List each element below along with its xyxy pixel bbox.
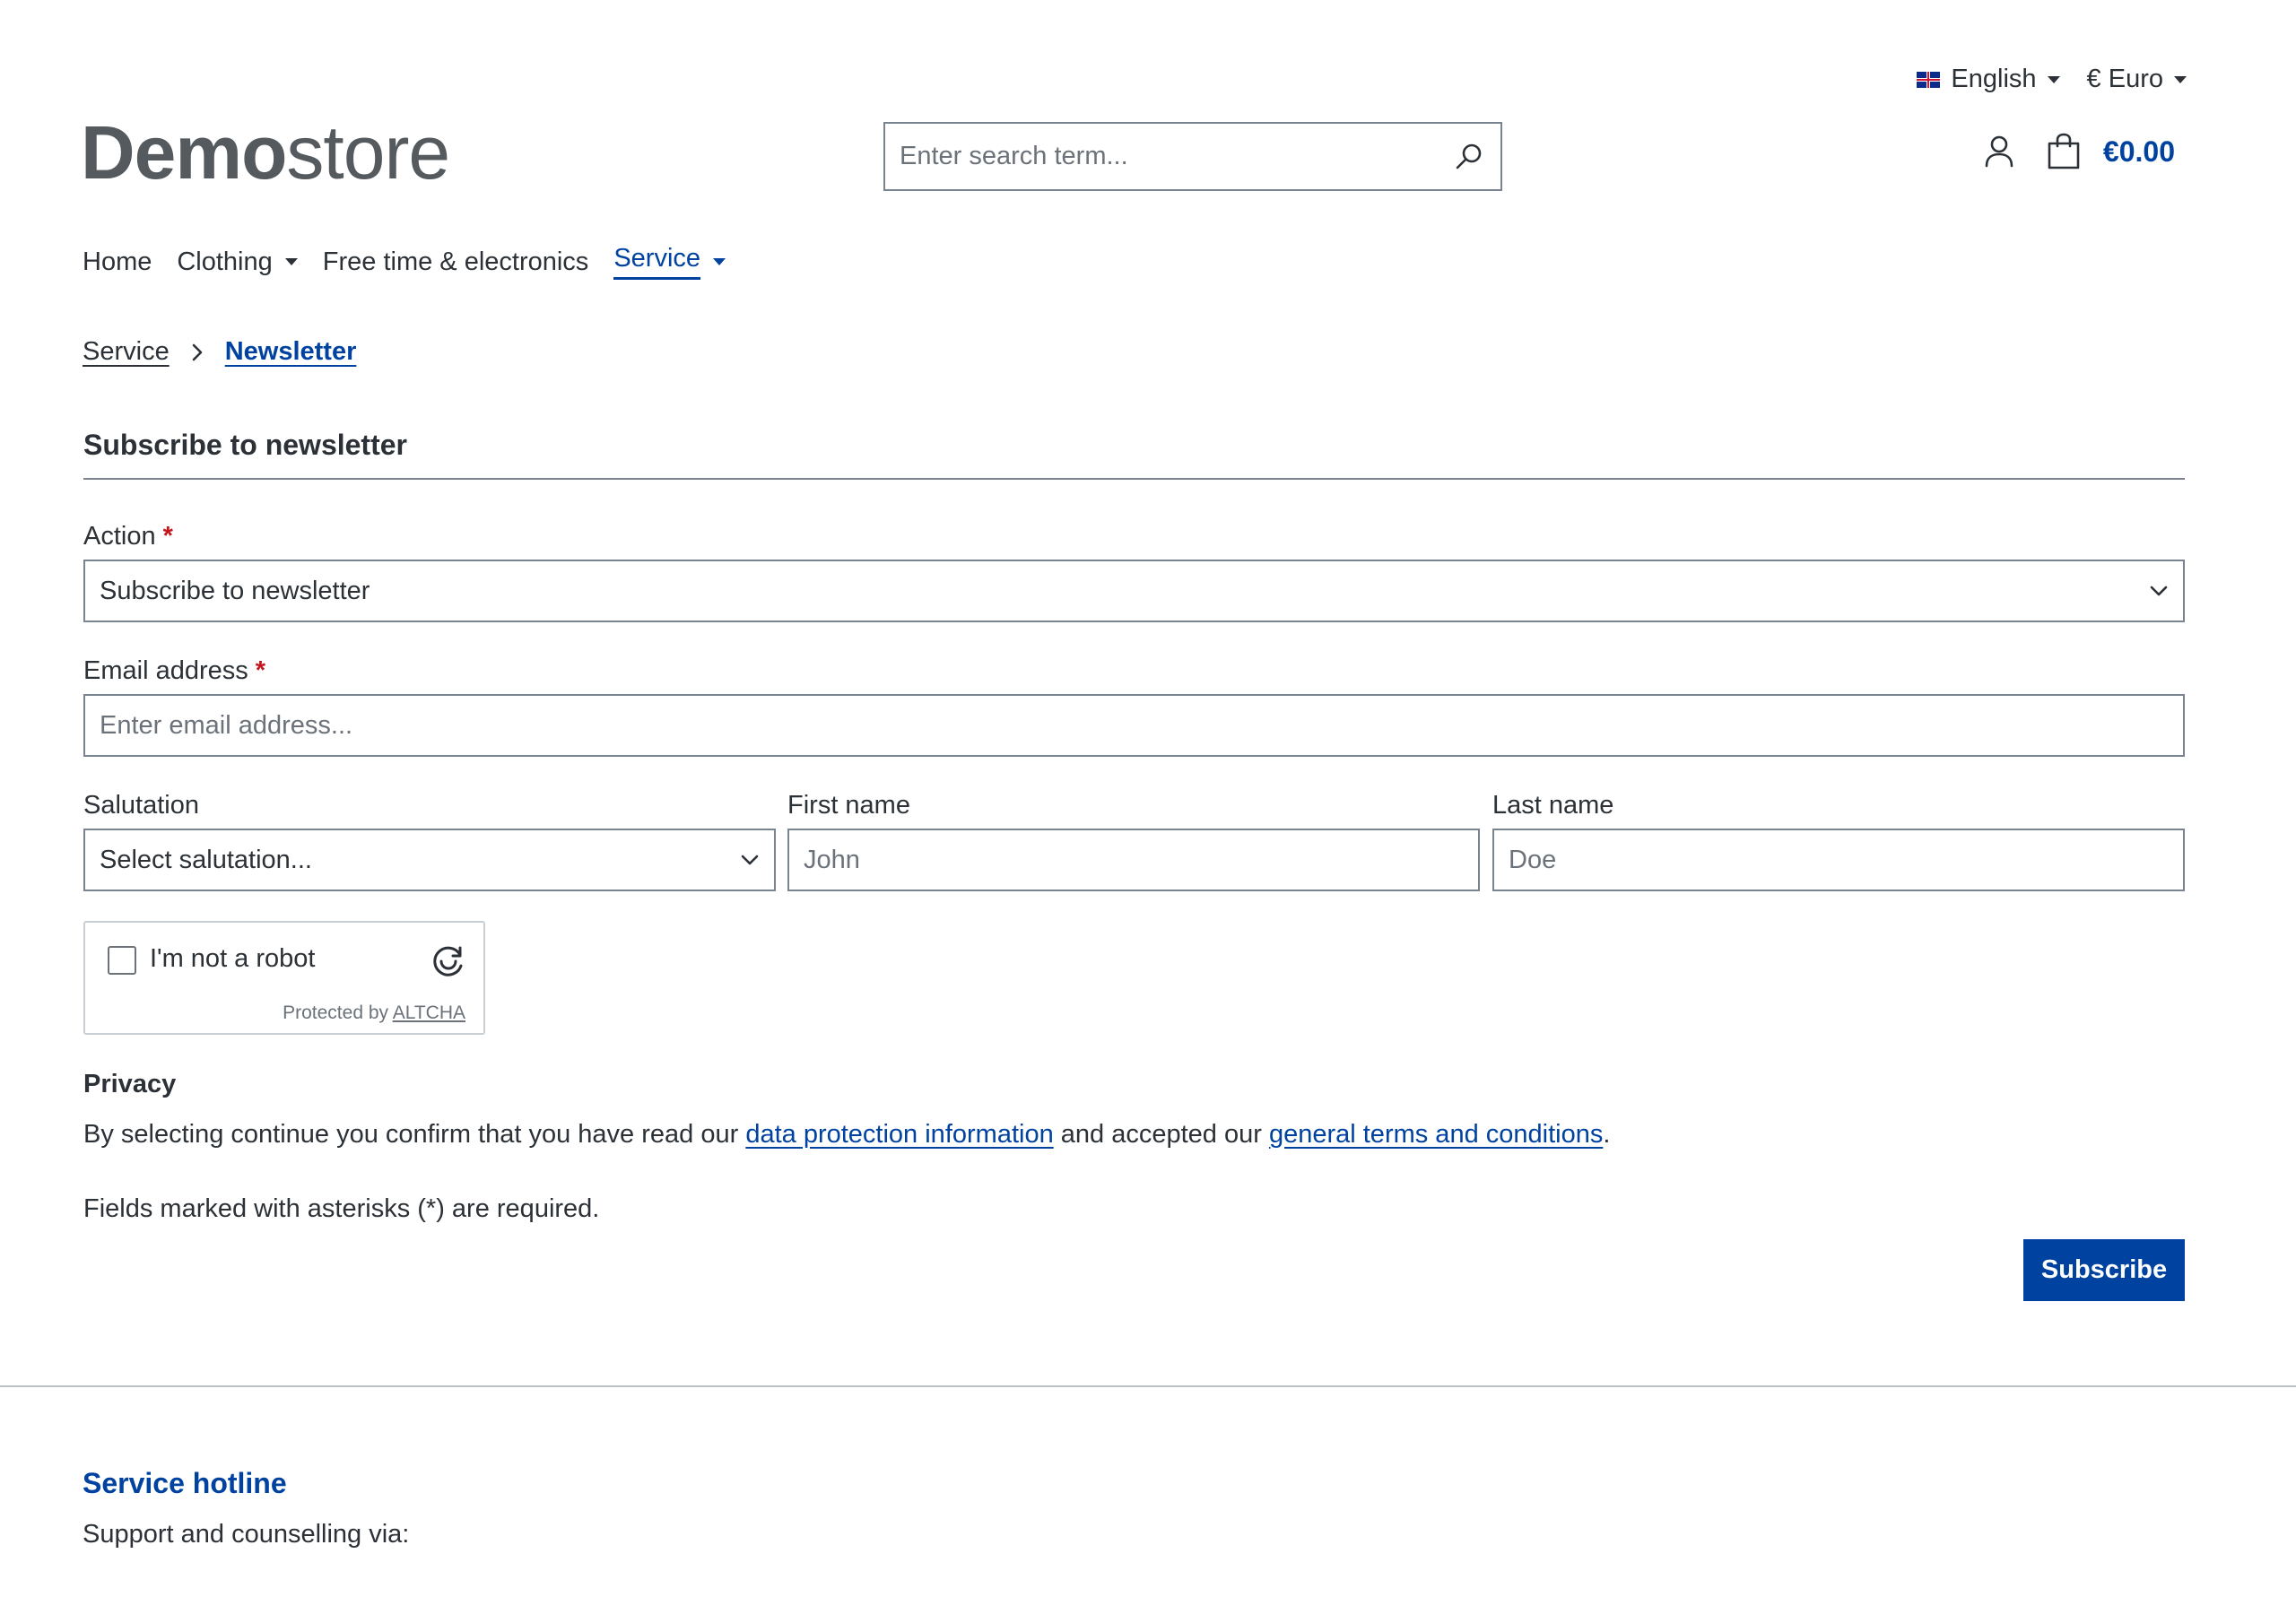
nav-item-clothing[interactable]: Clothing (177, 247, 298, 282)
logo-light: store (286, 110, 450, 195)
caret-down-icon (284, 258, 298, 265)
nav-item-label: Home (83, 247, 152, 276)
account-button[interactable] (1983, 134, 2015, 169)
search-button[interactable] (1438, 124, 1500, 189)
protected-by-text: Protected by (283, 1002, 389, 1023)
privacy-text-after: . (1603, 1120, 1611, 1149)
footer-divider (0, 1385, 2296, 1387)
privacy-text: By selecting continue you confirm that y… (83, 1120, 1610, 1150)
privacy-text-middle: and accepted our (1060, 1120, 1262, 1149)
header-actions: €0.00 (1983, 133, 2175, 170)
main-navigation: Home Clothing Free time & electronics Se… (83, 244, 726, 285)
salutation-select[interactable]: Select salutation... (83, 829, 776, 891)
caret-down-icon (2174, 75, 2187, 83)
language-switcher[interactable]: English (1917, 65, 2060, 94)
action-select[interactable]: Subscribe to newsletter (83, 560, 2185, 622)
cart-total[interactable]: €0.00 (2103, 135, 2175, 169)
first-name-input[interactable] (804, 845, 1464, 875)
store-logo[interactable]: Demostore (81, 115, 450, 190)
terms-link[interactable]: general terms and conditions (1269, 1120, 1603, 1149)
search-input[interactable] (885, 124, 1438, 189)
action-label-text: Action (83, 522, 156, 551)
email-label-text: Email address (83, 656, 248, 685)
nav-item-label: Service (613, 244, 701, 280)
last-name-field (1492, 829, 2185, 891)
privacy-text-before: By selecting continue you confirm that y… (83, 1120, 739, 1149)
last-name-label: Last name (1492, 791, 1614, 820)
first-name-field (787, 829, 1480, 891)
required-fields-note: Fields marked with asterisks (*) are req… (83, 1194, 600, 1223)
language-label: English (1951, 65, 2037, 93)
nav-item-label: Free time & electronics (322, 247, 589, 276)
salutation-select-value: Select salutation... (100, 845, 312, 874)
chevron-down-icon (2150, 586, 2168, 596)
search-icon (1456, 143, 1482, 169)
currency-label: € Euro (2086, 65, 2163, 93)
shopping-bag-icon (2048, 133, 2080, 169)
chevron-right-icon (192, 343, 203, 360)
breadcrumb-service[interactable]: Service (83, 337, 170, 367)
chevron-down-icon (741, 855, 759, 865)
salutation-label: Salutation (83, 791, 199, 820)
nav-item-free-time-electronics[interactable]: Free time & electronics (323, 247, 589, 282)
altcha-link[interactable]: ALTCHA (393, 1002, 465, 1023)
captcha-checkbox[interactable] (108, 946, 136, 975)
first-name-label: First name (787, 791, 910, 820)
user-icon (1985, 135, 2013, 168)
email-input[interactable] (100, 710, 2169, 741)
caret-down-icon (713, 258, 726, 265)
subscribe-button[interactable]: Subscribe (2023, 1239, 2185, 1301)
action-select-value: Subscribe to newsletter (100, 576, 370, 605)
caret-down-icon (2047, 75, 2060, 83)
breadcrumb-newsletter[interactable]: Newsletter (225, 337, 357, 367)
email-field (83, 694, 2185, 757)
captcha-label: I'm not a robot (150, 944, 316, 973)
required-asterisk: * (255, 656, 266, 685)
required-asterisk: * (162, 522, 173, 551)
nav-item-home[interactable]: Home (83, 247, 152, 282)
top-bar: English € Euro (1917, 65, 2187, 94)
altcha-logo-icon (433, 946, 463, 976)
search-box (883, 122, 1502, 191)
data-protection-link[interactable]: data protection information (745, 1120, 1053, 1149)
currency-switcher[interactable]: € Euro (2087, 65, 2187, 94)
logo-bold: Demo (81, 110, 287, 195)
form-title: Subscribe to newsletter (83, 429, 407, 461)
section-divider (83, 478, 2185, 480)
breadcrumb: Service Newsletter (83, 337, 356, 367)
action-label: Action * (83, 522, 173, 551)
service-hotline-text: Support and counselling via: (83, 1520, 410, 1549)
cart-button[interactable] (2046, 133, 2082, 170)
privacy-title: Privacy (83, 1070, 177, 1098)
email-label: Email address * (83, 656, 265, 686)
nav-item-service[interactable]: Service (613, 244, 726, 285)
captcha-widget: I'm not a robot Protected by ALTCHA (83, 921, 485, 1035)
uk-flag-icon (1917, 71, 1941, 88)
last-name-input[interactable] (1509, 845, 2169, 875)
captcha-protected-by: Protected by ALTCHA (283, 1002, 465, 1024)
service-hotline-title: Service hotline (83, 1467, 287, 1499)
nav-item-label: Clothing (177, 247, 273, 276)
